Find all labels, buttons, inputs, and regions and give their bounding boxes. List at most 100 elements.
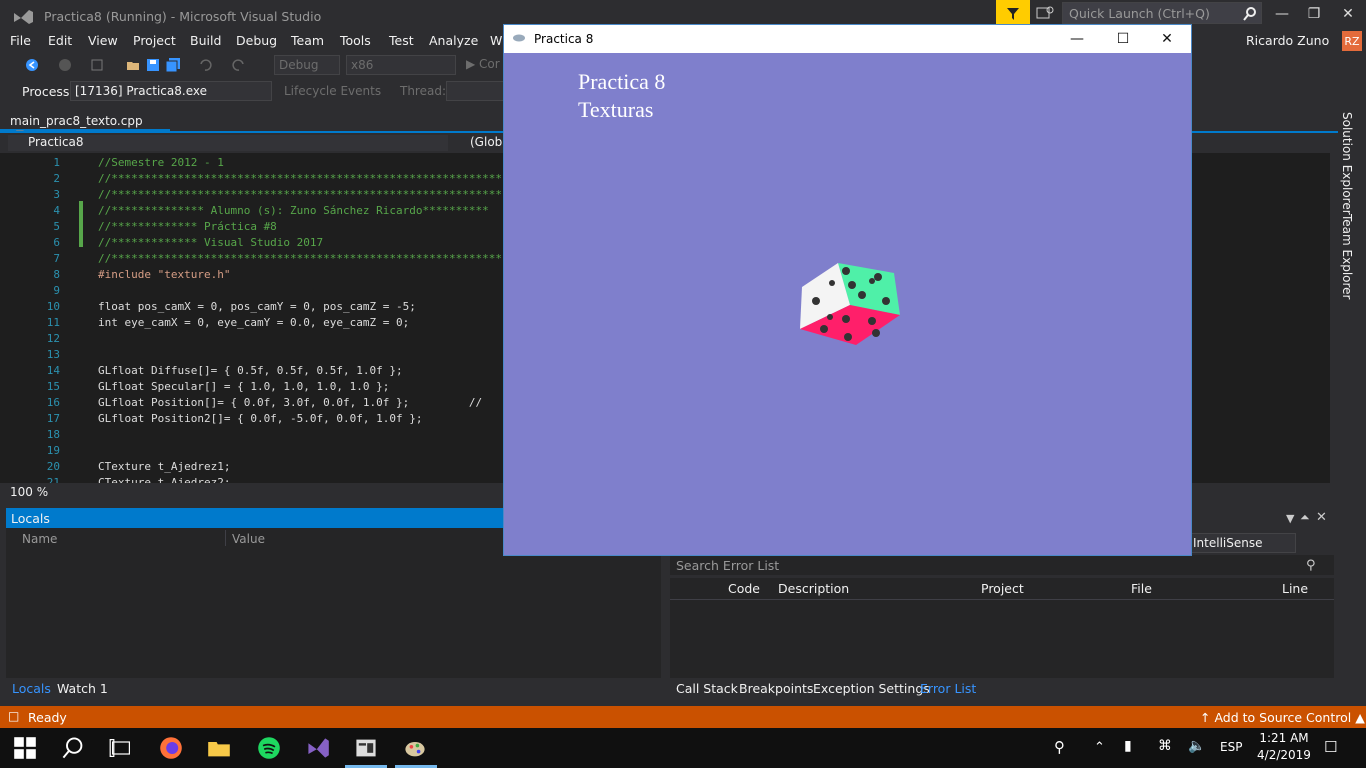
spotify-icon[interactable] <box>256 736 282 760</box>
pin-icon[interactable]: ⏶ <box>1300 510 1310 525</box>
restore-icon[interactable]: ❐ <box>1302 5 1326 23</box>
close-icon[interactable]: ✕ <box>1316 510 1327 525</box>
new-project-icon[interactable] <box>90 58 104 72</box>
people-icon[interactable]: ⚲ <box>1054 738 1065 756</box>
menu-project[interactable]: Project <box>133 33 176 48</box>
add-to-source-control-button[interactable]: ↑ Add to Source Control ▲ <box>1200 710 1365 725</box>
undo-icon[interactable] <box>198 58 212 72</box>
code-line[interactable]: //**************************************… <box>98 252 509 265</box>
tab-main-prac8-texto[interactable]: main_prac8_texto.cpp ∑ ✕ <box>0 111 170 142</box>
search-icon[interactable] <box>60 736 86 760</box>
column-divider <box>225 530 226 546</box>
tab-team-explorer[interactable]: Team Explorer <box>1340 214 1354 300</box>
avatar[interactable]: RZ <box>1342 31 1362 51</box>
process-select[interactable]: [17136] Practica8.exe <box>70 81 272 101</box>
column-code[interactable]: Code <box>728 581 760 596</box>
menu-view[interactable]: View <box>88 33 118 48</box>
practica8-window[interactable]: Practica 8 — ☐ ✕ Practica 8 Texturas <box>503 24 1192 556</box>
dropdown-icon[interactable]: ▼ <box>1286 512 1294 525</box>
menu-edit[interactable]: Edit <box>48 33 72 48</box>
error-filter-select[interactable]: IntelliSense <box>1188 533 1296 553</box>
user-name[interactable]: Ricardo Zuno <box>1246 33 1329 48</box>
wifi-icon[interactable]: ⌘ <box>1158 738 1172 754</box>
locals-name-header[interactable]: Name <box>22 532 57 546</box>
code-line[interactable]: #include "texture.h" <box>98 268 230 281</box>
minimize-icon[interactable]: — <box>1064 29 1090 49</box>
tab-exception-settings[interactable]: Exception Settings <box>813 681 930 696</box>
column-project[interactable]: Project <box>981 581 1024 596</box>
menu-team[interactable]: Team <box>291 33 324 48</box>
redo-icon[interactable] <box>232 58 246 72</box>
project-dropdown[interactable]: Practica8 <box>8 135 448 151</box>
locals-value-header[interactable]: Value <box>232 532 265 546</box>
task-view-icon[interactable] <box>108 736 134 760</box>
back-icon[interactable] <box>25 58 39 72</box>
tab-solution-explorer[interactable]: Solution Explorer <box>1340 112 1354 215</box>
windows-start-icon[interactable] <box>12 736 38 760</box>
battery-icon[interactable]: ▮ <box>1124 738 1132 754</box>
thread-select[interactable] <box>446 81 506 101</box>
code-line[interactable]: //**************************************… <box>98 188 509 201</box>
zoom-level[interactable]: 100 % <box>10 485 48 499</box>
column-line[interactable]: Line <box>1282 581 1308 596</box>
save-all-icon[interactable] <box>166 58 180 72</box>
close-icon[interactable]: ✕ <box>1336 5 1360 23</box>
volume-icon[interactable]: 🔈 <box>1188 738 1205 754</box>
code-line[interactable]: //Semestre 2012 - 1 <box>98 156 224 169</box>
continue-button[interactable]: ▶ Cor <box>466 57 500 71</box>
feedback-icon[interactable] <box>1034 4 1056 24</box>
language-indicator[interactable]: ESP <box>1220 740 1242 754</box>
code-line[interactable]: //************* Visual Studio 2017 <box>98 236 323 249</box>
line-number: 5 <box>53 220 60 233</box>
code-line[interactable]: CTexture t_Ajedrez1; <box>98 460 230 473</box>
close-icon[interactable]: ✕ <box>1154 29 1180 49</box>
tab-locals[interactable]: Locals <box>12 681 51 696</box>
platform-select[interactable]: x86 <box>346 55 456 75</box>
menu-tools[interactable]: Tools <box>340 33 371 48</box>
code-line[interactable]: GLfloat Position2[]= { 0.0f, -5.0f, 0.0f… <box>98 412 423 425</box>
application-window-icon[interactable] <box>353 736 379 760</box>
forward-icon[interactable] <box>58 58 72 72</box>
save-icon[interactable] <box>146 58 160 72</box>
code-line[interactable]: int eye_camX = 0, eye_camY = 0.0, eye_ca… <box>98 316 409 329</box>
code-line[interactable]: float pos_camX = 0, pos_camY = 0, pos_ca… <box>98 300 416 313</box>
code-line[interactable]: GLfloat Diffuse[]= { 0.5f, 0.5f, 0.5f, 1… <box>98 364 403 377</box>
code-line[interactable]: GLfloat Position[]= { 0.0f, 3.0f, 0.0f, … <box>98 396 482 409</box>
menu-file[interactable]: File <box>10 33 31 48</box>
menu-test[interactable]: Test <box>389 33 414 48</box>
code-line[interactable]: CTexture t_Ajedrez2; <box>98 476 230 483</box>
search-icon[interactable]: ⚲ <box>1306 558 1316 573</box>
menu-window[interactable]: W <box>490 33 502 48</box>
tab-watch-1[interactable]: Watch 1 <box>57 681 108 696</box>
quick-launch-input[interactable]: Quick Launch (Ctrl+Q) <box>1062 2 1262 24</box>
code-line[interactable]: //**************************************… <box>98 172 509 185</box>
chevron-up-icon[interactable]: ⌃ <box>1094 740 1105 755</box>
tab-breakpoints[interactable]: Breakpoints <box>739 681 813 696</box>
notifications-icon[interactable]: ☐ <box>1324 738 1337 756</box>
lifecycle-events-button[interactable]: Lifecycle Events <box>284 84 381 98</box>
tab-call-stack[interactable]: Call Stack <box>676 681 738 696</box>
config-select[interactable]: Debug <box>274 55 340 75</box>
maximize-icon[interactable]: ☐ <box>1110 29 1136 49</box>
scope-dropdown[interactable]: (Globa <box>450 135 510 149</box>
search-icon[interactable] <box>1242 6 1258 22</box>
opengl-app-icon[interactable] <box>402 736 428 760</box>
menu-build[interactable]: Build <box>190 33 221 48</box>
visual-studio-icon[interactable] <box>305 736 331 760</box>
clock-date[interactable]: 4/2/2019 <box>1256 748 1312 762</box>
error-search-input[interactable]: Search Error List <box>670 555 1334 575</box>
firefox-icon[interactable] <box>158 736 184 760</box>
code-line[interactable]: //************** Alumno (s): Zuno Sánche… <box>98 204 489 217</box>
menu-analyze[interactable]: Analyze <box>429 33 478 48</box>
menu-debug[interactable]: Debug <box>236 33 277 48</box>
column-file[interactable]: File <box>1131 581 1152 596</box>
code-line[interactable]: GLfloat Specular[] = { 1.0, 1.0, 1.0, 1.… <box>98 380 389 393</box>
open-file-icon[interactable] <box>126 58 140 72</box>
file-explorer-icon[interactable] <box>206 736 232 760</box>
line-number: 21 <box>46 476 60 483</box>
column-description[interactable]: Description <box>778 581 849 596</box>
minimize-icon[interactable]: — <box>1270 5 1294 23</box>
code-line[interactable]: //************* Práctica #8 <box>98 220 277 233</box>
tab-error-list[interactable]: Error List <box>920 681 976 696</box>
clock-time[interactable]: 1:21 AM <box>1259 731 1309 745</box>
